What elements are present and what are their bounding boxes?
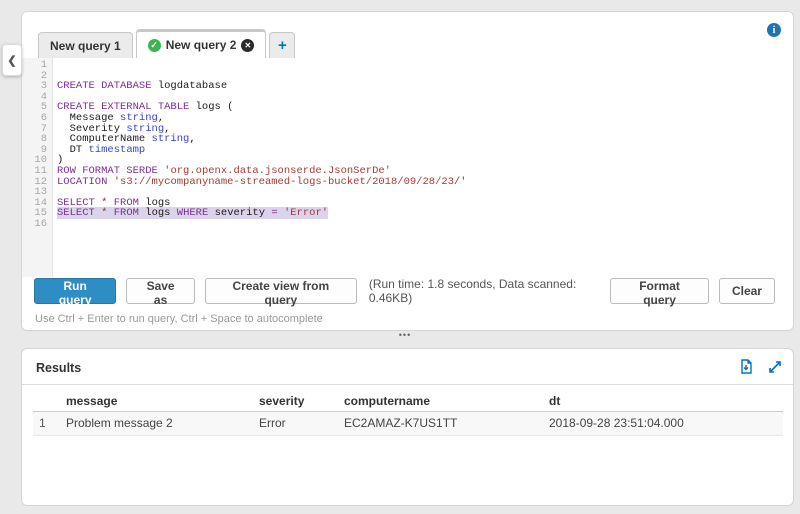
- table-row: 1Problem message 2ErrorEC2AMAZ-K7US1TT20…: [33, 411, 783, 435]
- results-title: Results: [36, 361, 81, 375]
- plus-icon: +: [278, 37, 287, 54]
- sql-editor[interactable]: 12345678910111213141516 CREATE DATABASE …: [22, 58, 793, 277]
- close-tab-icon[interactable]: ✕: [241, 39, 254, 52]
- panel-drag-handle[interactable]: •••: [392, 330, 418, 340]
- cell: Error: [259, 411, 344, 435]
- cell: 2018-09-28 23:51:04.000: [549, 411, 783, 435]
- save-as-button[interactable]: Save as: [126, 278, 194, 304]
- expand-results-icon[interactable]: [767, 359, 783, 375]
- column-header: message: [66, 391, 259, 411]
- tab-new-query-1[interactable]: New query 1: [38, 32, 133, 58]
- code-line: DT timestamp: [57, 145, 793, 156]
- code-line: [57, 219, 793, 230]
- code-lines: CREATE DATABASE logdatabase CREATE EXTER…: [53, 58, 793, 277]
- cell: EC2AMAZ-K7US1TT: [344, 411, 549, 435]
- column-header: computername: [344, 391, 549, 411]
- row-number: 1: [33, 411, 66, 435]
- tab-label: New query 2: [166, 38, 237, 52]
- code-line: ComputerName string,: [57, 134, 793, 145]
- code-line: [57, 60, 793, 71]
- line-number: 6: [22, 113, 47, 124]
- run-stats: (Run time: 1.8 seconds, Data scanned: 0.…: [369, 277, 610, 305]
- code-line: SELECT * FROM logs WHERE severity = 'Err…: [57, 208, 793, 219]
- column-header: dt: [549, 391, 783, 411]
- line-number: 1: [22, 60, 47, 71]
- results-panel: Results messageseveritycomputernamedt 1P…: [21, 348, 794, 506]
- results-table: messageseveritycomputernamedt 1Problem m…: [33, 391, 783, 436]
- query-editor-panel: i New query 1 ✓ New query 2 ✕ + 12345678…: [21, 11, 794, 331]
- create-view-button[interactable]: Create view from query: [205, 278, 357, 304]
- collapse-sidebar-button[interactable]: ❮: [2, 44, 22, 76]
- results-header-row: messageseveritycomputernamedt: [33, 391, 783, 411]
- column-header: severity: [259, 391, 344, 411]
- code-line: CREATE DATABASE logdatabase: [57, 81, 793, 92]
- chevron-left-icon: ❮: [7, 54, 16, 67]
- query-success-check-icon: ✓: [148, 39, 161, 52]
- query-toolbar: Run query Save as Create view from query…: [34, 278, 775, 304]
- results-divider: [22, 384, 793, 385]
- results-body: 1Problem message 2ErrorEC2AMAZ-K7US1TT20…: [33, 411, 783, 435]
- code-line: CREATE EXTERNAL TABLE logs (: [57, 102, 793, 113]
- download-results-icon[interactable]: [738, 359, 754, 375]
- line-number: 16: [22, 219, 47, 230]
- drag-handle-dots: •••: [399, 330, 411, 340]
- new-tab-button[interactable]: +: [269, 32, 295, 58]
- tab-label: New query 1: [50, 39, 121, 53]
- row-number-header: [33, 391, 66, 411]
- code-line: LOCATION 's3://mycompanyname-streamed-lo…: [57, 177, 793, 188]
- line-number-gutter: 12345678910111213141516: [22, 58, 53, 277]
- tab-new-query-2[interactable]: ✓ New query 2 ✕: [136, 29, 267, 58]
- run-query-button[interactable]: Run query: [34, 278, 116, 304]
- line-number: 11: [22, 166, 47, 177]
- keyboard-hint: Use Ctrl + Enter to run query, Ctrl + Sp…: [35, 313, 323, 325]
- clear-button[interactable]: Clear: [719, 278, 775, 304]
- query-tabbar: New query 1 ✓ New query 2 ✕ +: [22, 12, 793, 58]
- format-query-button[interactable]: Format query: [610, 278, 709, 304]
- cell: Problem message 2: [66, 411, 259, 435]
